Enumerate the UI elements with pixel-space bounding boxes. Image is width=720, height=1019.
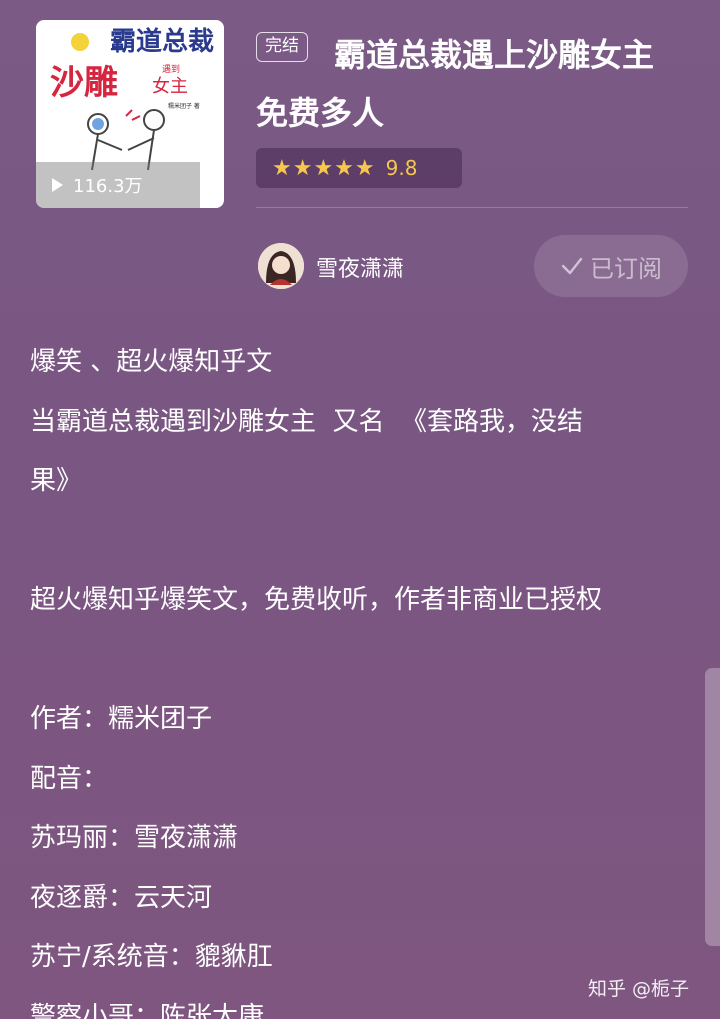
subscribed-label: 已订阅 [590,254,662,283]
description-line: 苏玛丽：雪夜潇潇 [30,823,239,853]
description-line: 夜逐爵：云天河 [30,882,213,913]
play-icon [52,178,63,192]
description-line [30,631,700,691]
avatar-image [258,243,304,289]
subscribed-button[interactable]: 已订阅 [534,235,688,297]
cover-small-text: 遇到 [162,63,180,75]
author-name[interactable]: 雪夜潇潇 [316,251,404,283]
cover-title-3: 女主 [152,76,188,97]
rating-box: ★★★★★ 9.8 [256,148,462,188]
book-title: 霸道总裁遇上沙雕女主 免费多人 [256,36,655,132]
cover-author-mark: 糯米团子 著 [168,102,200,110]
divider [256,207,688,208]
star-rating-icon: ★★★★★ [272,155,376,181]
description-line: 配音： [30,763,109,794]
book-cover[interactable]: 霸道总裁 沙雕 遇到 女主 糯米团子 著 116.3万 [36,20,224,208]
play-count: 116.3万 [73,176,143,197]
check-icon [561,257,583,275]
description-line: 当霸道总裁遇到沙雕女主 又名 《套路我，没结 [30,406,584,437]
description-line: 爆笑 、超火爆知乎文 [30,347,273,377]
avatar[interactable] [258,243,304,289]
cover-title-2: 沙雕 [50,63,118,103]
watermark: 知乎 @栀子 [588,978,690,1000]
description: 爆笑 、超火爆知乎文 当霸道总裁遇到沙雕女主 又名 《套路我，没结 果》 超火爆… [30,333,700,1019]
rating-value: 9.8 [385,156,418,180]
description-line: 超火爆知乎爆笑文，免费收听，作者非商业已授权 [30,585,603,615]
description-line: 果》 [30,466,83,496]
status-badge: 完结 [256,32,308,62]
cover-title-1: 霸道总裁 [110,26,214,57]
play-count-overlay: 116.3万 [36,162,200,208]
description-line: 作者：糯米团子 [30,704,213,734]
description-line [30,512,700,572]
scrollbar[interactable] [705,668,720,946]
